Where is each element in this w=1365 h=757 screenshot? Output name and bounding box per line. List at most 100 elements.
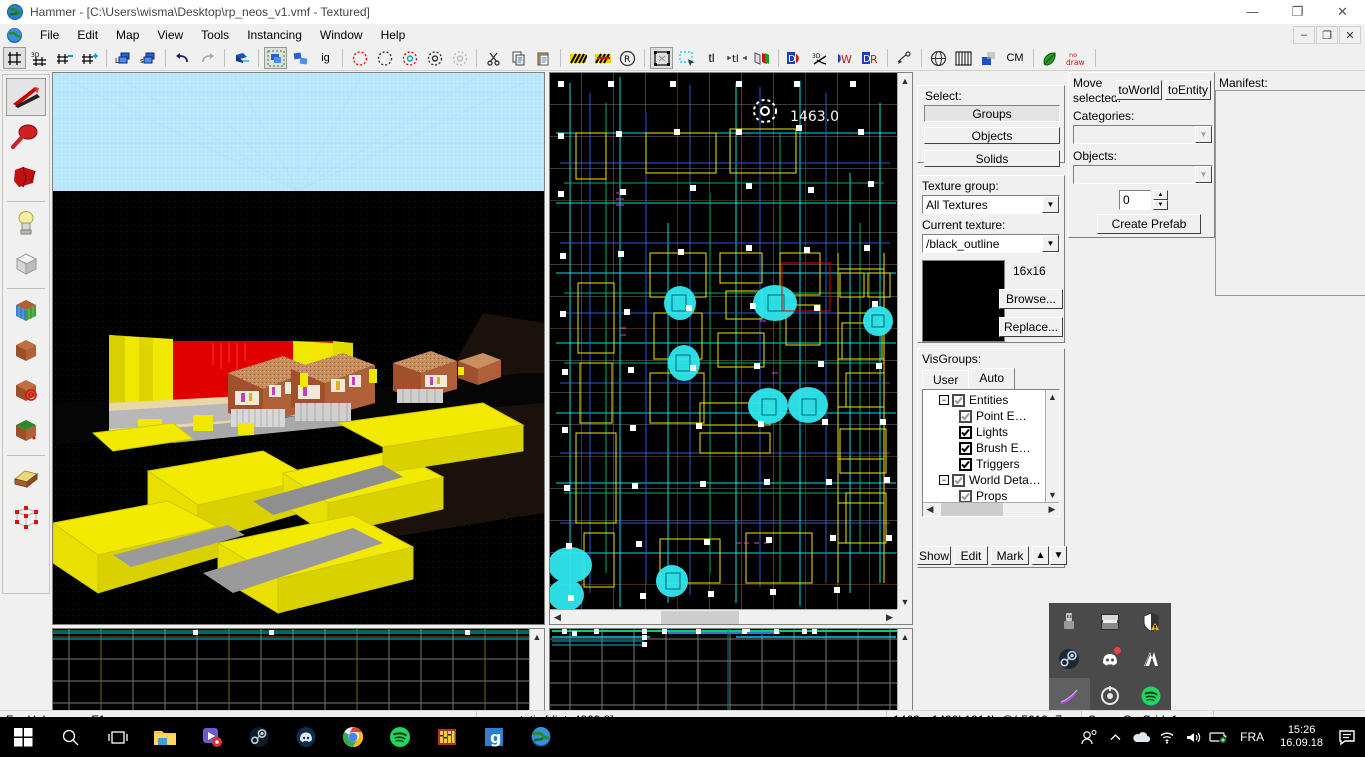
tree-item-brush-entities[interactable]: Brush E… <box>923 440 1045 456</box>
clipping-tool-icon[interactable] <box>6 459 46 497</box>
tree-item-triggers[interactable]: Triggers <box>923 456 1045 472</box>
vertex-tool-icon[interactable]: W <box>834 47 857 69</box>
tree-item-props[interactable]: Props <box>923 488 1045 502</box>
sphere-helper-icon[interactable] <box>927 47 950 69</box>
prefab-categories-combo[interactable]: ▼ <box>1073 125 1213 144</box>
texture-group-combo[interactable]: All Textures ▼ <box>922 195 1060 214</box>
tree-hscroll[interactable]: ◀ ▶ <box>923 502 1059 516</box>
entity-report-icon[interactable]: D <box>784 47 807 69</box>
nature-tool-icon[interactable] <box>1039 47 1062 69</box>
battery-icon[interactable] <box>1206 717 1232 757</box>
spinner-up-arrow[interactable]: ▲ <box>1153 190 1168 200</box>
menu-map[interactable]: Map <box>107 26 148 44</box>
current-texture-combo[interactable]: /black_outline ▼ <box>922 234 1060 253</box>
visgroups-edit-button[interactable]: Edit <box>954 546 988 565</box>
radius-culling-icon[interactable]: D R <box>859 47 882 69</box>
apply-decals-tool-icon[interactable] <box>6 332 46 370</box>
tree-item-entities[interactable]: − Entities <box>923 392 1045 408</box>
scroll-left-arrow[interactable]: ◀ <box>550 609 565 624</box>
mdi-minimize-button[interactable]: – <box>1293 26 1315 44</box>
select-solids-button[interactable]: Solids <box>924 150 1060 167</box>
onedrive-icon[interactable] <box>1128 717 1154 757</box>
copy-icon[interactable] <box>507 47 530 69</box>
winrar-icon[interactable] <box>423 717 470 757</box>
start-button[interactable] <box>0 717 47 757</box>
ignore-groups-icon[interactable]: ig <box>314 47 337 69</box>
top-2d-hscroll[interactable]: ◀ ▶ <box>550 609 897 624</box>
texture-replace-button[interactable]: Replace... <box>999 317 1063 337</box>
save-pointfile-icon[interactable]: s <box>137 47 160 69</box>
corsair-icon[interactable] <box>1130 640 1171 677</box>
task-view-icon[interactable] <box>94 717 141 757</box>
checkbox-icon[interactable] <box>959 425 972 439</box>
vertex-tool-icon[interactable] <box>6 499 46 537</box>
checkbox-icon[interactable] <box>952 393 965 407</box>
texture-application-icon[interactable] <box>566 47 589 69</box>
discord-icon[interactable] <box>1090 640 1131 677</box>
chrome-icon[interactable] <box>329 717 376 757</box>
scroll-up-arrow[interactable]: ▲ <box>897 73 912 88</box>
language-indicator[interactable]: FRA <box>1232 730 1272 744</box>
show-hidden-icons-icon[interactable] <box>1102 717 1128 757</box>
texture-tool-icon[interactable] <box>6 292 46 330</box>
select-groups-button[interactable]: Groups <box>924 105 1060 122</box>
window-restore-button[interactable]: ❐ <box>1275 0 1320 24</box>
scroll-down-arrow[interactable]: ▼ <box>897 594 912 609</box>
window-tool-icon[interactable] <box>1090 603 1131 640</box>
prefab-count-spinner[interactable]: ▲ ▼ <box>1153 190 1168 210</box>
group-icon[interactable] <box>264 47 287 69</box>
steam-icon[interactable] <box>1049 640 1090 677</box>
search-icon[interactable] <box>47 717 94 757</box>
load-pointfile-icon[interactable]: L <box>112 47 135 69</box>
spotify-icon[interactable] <box>376 717 423 757</box>
expander-icon[interactable]: − <box>939 475 949 485</box>
menu-help[interactable]: Help <box>372 26 415 44</box>
tree-vscroll[interactable]: ▲ ▼ <box>1045 390 1059 502</box>
sculpt-tool-icon[interactable] <box>893 47 916 69</box>
chevron-down-icon[interactable]: ▼ <box>1195 126 1212 143</box>
tree-item-world-detail[interactable]: − World Deta… <box>923 472 1045 488</box>
media-player-icon[interactable] <box>188 717 235 757</box>
discord-icon[interactable] <box>282 717 329 757</box>
select-objects-button[interactable]: Objects <box>924 127 1060 144</box>
tree-item-lights[interactable]: Lights <box>923 424 1045 440</box>
people-icon[interactable] <box>1076 717 1102 757</box>
texture-browser-icon[interactable] <box>952 47 975 69</box>
selection-tool-icon[interactable] <box>6 78 46 116</box>
show-hidden-icon[interactable] <box>398 47 421 69</box>
usb-safely-remove-icon[interactable] <box>1049 603 1090 640</box>
prefab-count-input[interactable]: 0 <box>1119 190 1151 210</box>
scroll-up-arrow[interactable]: ▲ <box>529 629 544 644</box>
menu-file[interactable]: File <box>31 26 68 44</box>
scroll-thumb[interactable] <box>661 610 739 624</box>
menu-tools[interactable]: Tools <box>192 26 238 44</box>
toggle-fade-icon[interactable] <box>750 47 773 69</box>
chevron-down-icon[interactable]: ▼ <box>1042 235 1059 252</box>
scroll-right-arrow[interactable]: ▶ <box>882 609 897 624</box>
carve-icon[interactable] <box>230 47 253 69</box>
visgroups-show-button[interactable]: Show <box>917 546 951 565</box>
toggle-grid-icon[interactable] <box>3 47 26 69</box>
texture-preview-swatch[interactable] <box>922 260 1005 342</box>
chevron-down-icon[interactable]: ▼ <box>1042 196 1059 213</box>
texture-browse-button[interactable]: Browse... <box>999 289 1063 309</box>
select-box-icon[interactable] <box>650 47 673 69</box>
checkbox-icon[interactable] <box>952 473 965 487</box>
steam-icon[interactable] <box>235 717 282 757</box>
mdi-restore-button[interactable]: ❐ <box>1316 26 1338 44</box>
mdi-close-button[interactable]: ✕ <box>1339 26 1361 44</box>
scroll-thumb[interactable] <box>941 502 1003 516</box>
security-shield-icon[interactable] <box>1130 603 1171 640</box>
toggle-3d-grid-icon[interactable]: 3D <box>28 47 51 69</box>
paste-icon[interactable] <box>532 47 555 69</box>
apply-texture-icon[interactable] <box>977 47 1000 69</box>
apply-overlay-tool-icon[interactable] <box>6 372 46 410</box>
top-2d-viewport[interactable]: 1463.0 ▲ ▼ ◀ ▶ <box>549 72 913 625</box>
notifications-icon[interactable] <box>1331 717 1365 757</box>
texture-scale-lock-icon[interactable]: R <box>616 47 639 69</box>
checkbox-icon[interactable] <box>959 489 972 502</box>
scroll-left-arrow[interactable]: ◀ <box>923 502 937 516</box>
create-prefab-button[interactable]: Create Prefab <box>1097 214 1201 234</box>
entity-tool-icon[interactable] <box>6 205 46 243</box>
expander-icon[interactable]: − <box>939 395 949 405</box>
